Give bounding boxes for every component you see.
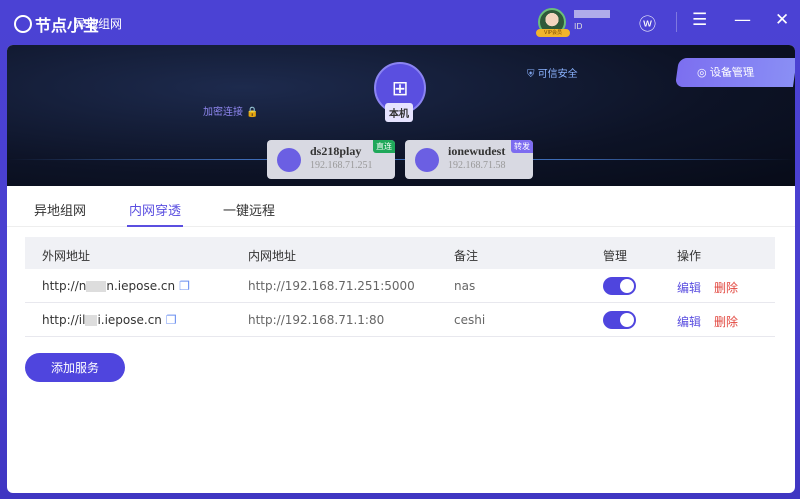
nas-icon	[277, 148, 301, 172]
header-external: 外网地址	[42, 249, 91, 263]
tab-remote-desktop[interactable]: 一键远程	[223, 200, 275, 219]
username-blurred	[574, 10, 610, 18]
node-ip: 192.168.71.58	[448, 160, 506, 171]
divider	[676, 12, 677, 32]
vip-badge: VIP会员	[536, 29, 570, 37]
enable-toggle[interactable]	[603, 277, 636, 295]
table-header: 外网地址 内网地址 备注 管理 操作	[25, 237, 775, 269]
actions: 编辑 删除	[677, 313, 738, 330]
table-row: http://n n.iepose.cn ❐ http://192.168.71.2…	[25, 269, 775, 303]
node-name: ionewudest	[448, 144, 506, 158]
pc-icon	[415, 148, 439, 172]
trusted-label: 可信安全	[537, 69, 578, 80]
connection-tag: 转发	[511, 140, 533, 153]
trusted-security: ⛨ 可信安全	[527, 65, 578, 80]
logo-icon	[14, 15, 32, 33]
external-url: http://il i.iepose.cn ❐	[42, 313, 177, 327]
shield-icon: ⛨	[527, 69, 535, 80]
node-ip: 192.168.71.251	[310, 160, 373, 171]
actions: 编辑 删除	[677, 279, 738, 296]
device-node[interactable]: ionewudest 192.168.71.58 转发	[405, 140, 533, 179]
redacted	[85, 315, 98, 326]
node-name: ds218play	[310, 144, 362, 158]
device-manage-label: 设备管理	[709, 66, 756, 79]
add-service-button[interactable]: 添加服务	[25, 353, 125, 382]
connection-line	[7, 159, 795, 160]
tab-bar: 异地组网 内网穿透 一键远程	[7, 186, 795, 227]
internal-url: http://192.168.71.251:5000	[248, 279, 415, 293]
external-url: http://n n.iepose.cn ❐	[42, 279, 190, 293]
brand-icon[interactable]: ⓦ	[639, 10, 656, 35]
url-prefix: http://n	[42, 279, 87, 293]
user-id: ID	[574, 22, 583, 31]
header-manage: 管理	[603, 249, 628, 263]
note: nas	[454, 279, 476, 293]
delete-link[interactable]: 删除	[714, 315, 738, 329]
tab-port-forwarding[interactable]: 内网穿透	[126, 200, 184, 227]
device-node[interactable]: ds218play 192.168.71.251 直连	[267, 140, 395, 179]
close-icon[interactable]: ✕	[775, 10, 789, 30]
copy-icon[interactable]: ❐	[179, 279, 190, 293]
url-suffix: i.iepose.cn	[97, 313, 162, 327]
copy-icon[interactable]: ❐	[166, 313, 177, 327]
edit-link[interactable]: 编辑	[677, 281, 701, 295]
url-suffix: n.iepose.cn	[106, 279, 176, 293]
minimize-icon[interactable]: —	[734, 10, 751, 30]
delete-link[interactable]: 删除	[714, 281, 738, 295]
main-panel: ⊞ 本机 加密连接 🔒 ⛨ 可信安全 ◎ 设备管理 ds218play 192.…	[7, 45, 795, 493]
local-label: 本机	[385, 103, 413, 122]
redacted	[86, 281, 107, 292]
menu-icon[interactable]: ☰	[692, 10, 707, 30]
note: ceshi	[454, 313, 486, 327]
enable-toggle[interactable]	[603, 311, 636, 329]
title-bar: 节点小宝 异地组网 VIP会员 ID ⓦ ☰ — ✕	[0, 0, 800, 45]
header-internal: 内网地址	[248, 249, 297, 263]
edit-link[interactable]: 编辑	[677, 315, 701, 329]
header-actions: 操作	[677, 249, 702, 263]
connection-tag: 直连	[373, 140, 395, 153]
header-note: 备注	[454, 249, 479, 263]
services-table: 外网地址 内网地址 备注 管理 操作 http://n n.iepose.cn ❐ …	[25, 237, 775, 337]
network-banner: ⊞ 本机 加密连接 🔒 ⛨ 可信安全 ◎ 设备管理 ds218play 192.…	[7, 45, 795, 186]
table-row: http://il i.iepose.cn ❐ http://192.168.71.…	[25, 303, 775, 337]
tab-remote-network[interactable]: 异地组网	[34, 200, 86, 219]
internal-url: http://192.168.71.1:80	[248, 313, 385, 327]
app-subtitle: 异地组网	[74, 17, 123, 31]
url-prefix: http://il	[42, 313, 86, 327]
encrypted-connection: 加密连接 🔒	[203, 103, 259, 118]
device-manage-button[interactable]: ◎ 设备管理	[674, 58, 795, 87]
lock-icon: 🔒	[246, 107, 259, 118]
encrypted-label: 加密连接	[203, 107, 243, 118]
